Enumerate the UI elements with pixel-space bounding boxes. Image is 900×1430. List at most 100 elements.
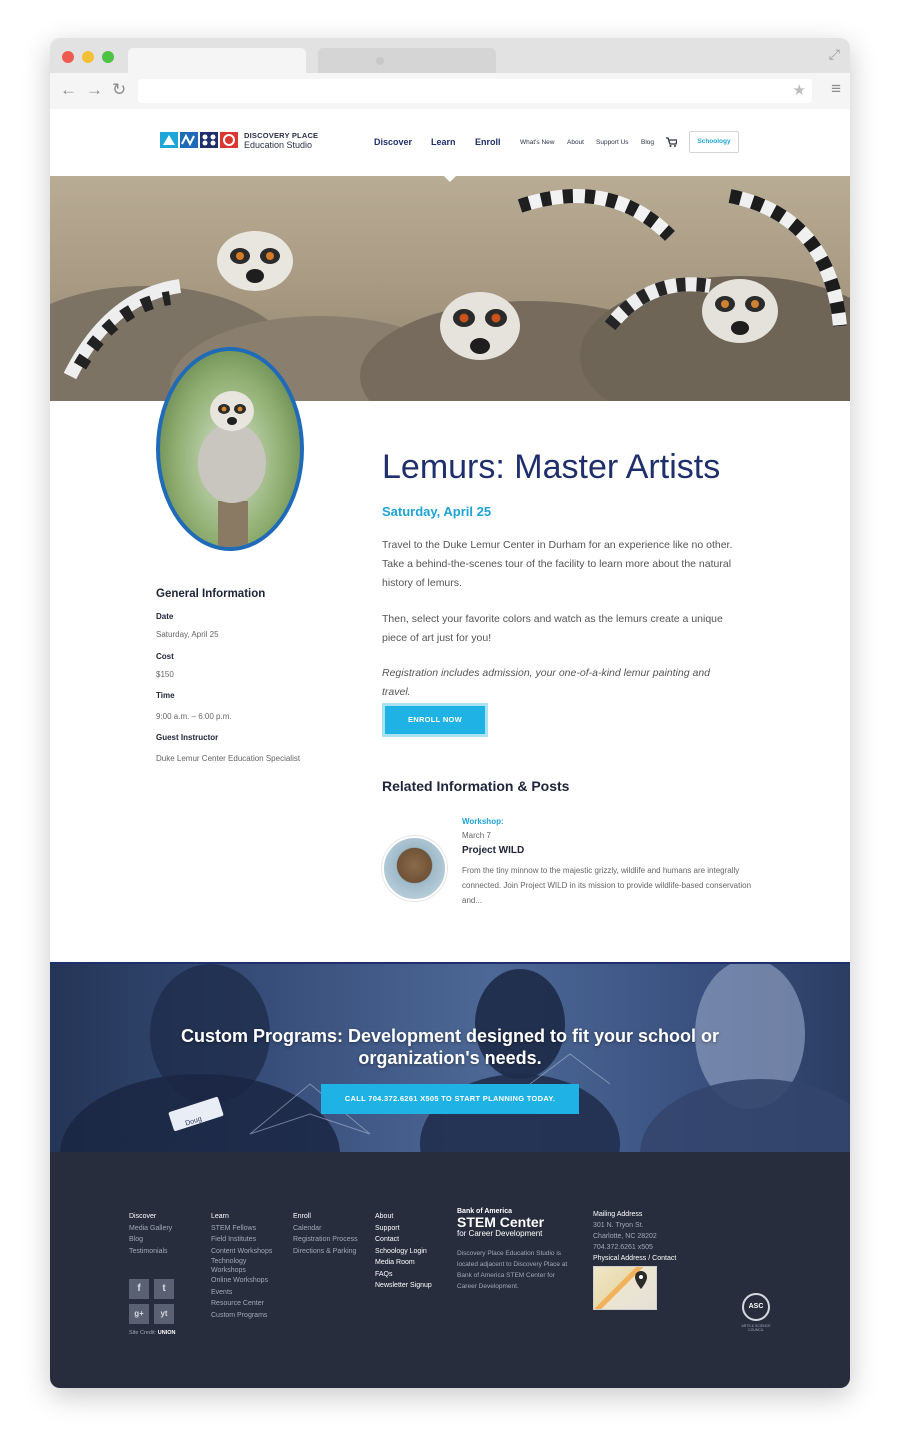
browser-tab-active[interactable] bbox=[128, 48, 376, 73]
footer-col-discover: Discover Media Gallery Blog Testimonials bbox=[129, 1211, 172, 1257]
footer-link[interactable]: Media Gallery bbox=[129, 1223, 172, 1235]
footer-link[interactable]: Resource Center bbox=[211, 1298, 272, 1310]
event-photo-lemur bbox=[156, 347, 304, 551]
union-logo: UNION bbox=[157, 1330, 176, 1336]
tab-close-icon[interactable] bbox=[376, 57, 384, 65]
footer-col-learn: Learn STEM Fellows Field Institutes Cont… bbox=[211, 1211, 272, 1321]
menu-icon[interactable]: ≡ bbox=[831, 79, 841, 99]
location-map[interactable] bbox=[593, 1266, 657, 1310]
footer-link[interactable]: Directions & Parking bbox=[293, 1246, 358, 1258]
logo-mark-icon bbox=[160, 132, 238, 148]
lemur-portrait-illustration bbox=[198, 391, 266, 547]
footer-link[interactable]: Custom Programs bbox=[211, 1310, 272, 1322]
close-window-button[interactable] bbox=[62, 51, 74, 63]
nav-about[interactable]: About bbox=[567, 139, 584, 146]
page-content: DISCOVERY PLACE Education Studio Discove… bbox=[50, 109, 850, 1388]
contact-link[interactable]: Contact bbox=[652, 1255, 676, 1262]
footer-link[interactable]: Schoology Login bbox=[375, 1246, 432, 1258]
footer-link-discover[interactable]: Discover bbox=[129, 1211, 172, 1223]
bookmark-star-icon[interactable]: ★ bbox=[793, 81, 806, 99]
fullscreen-icon[interactable]: ⤢ bbox=[829, 46, 840, 63]
footer-link[interactable]: Events bbox=[211, 1287, 272, 1299]
footer-link[interactable]: Media Room bbox=[375, 1257, 432, 1269]
footer-link[interactable]: Testimonials bbox=[129, 1246, 172, 1258]
info-time-label: Time bbox=[156, 691, 175, 700]
mailing-address: Mailing Address 301 N. Tryon St. Charlot… bbox=[593, 1209, 676, 1264]
minimize-window-button[interactable] bbox=[82, 51, 94, 63]
banner-title-line1: Custom Programs: Development designed to… bbox=[180, 1026, 720, 1046]
youtube-icon[interactable]: yt bbox=[154, 1304, 174, 1324]
address-heading: Mailing Address bbox=[593, 1211, 643, 1218]
nav-support-us[interactable]: Support Us bbox=[596, 139, 629, 146]
footer-link-enroll[interactable]: Enroll bbox=[293, 1211, 358, 1223]
site-footer: Discover Media Gallery Blog Testimonials… bbox=[50, 1152, 850, 1388]
boa-stem-logo[interactable]: Bank of America STEM Center for Career D… bbox=[457, 1208, 544, 1238]
related-post-thumbnail[interactable] bbox=[382, 836, 447, 901]
related-heading: Related Information & Posts bbox=[382, 778, 570, 794]
site-header: DISCOVERY PLACE Education Studio Discove… bbox=[50, 109, 850, 176]
forward-arrow-icon[interactable]: → bbox=[86, 80, 103, 100]
footer-link[interactable]: FAQs bbox=[375, 1269, 432, 1281]
info-time-value: 9:00 a.m. – 6:00 p.m. bbox=[156, 712, 232, 721]
site-credit-label: Site Credit: bbox=[129, 1330, 157, 1336]
footer-link[interactable]: Field Institutes bbox=[211, 1234, 272, 1246]
nav-whats-new[interactable]: What's New bbox=[520, 139, 554, 146]
address-line: Charlotte, NC 28202 bbox=[593, 1233, 657, 1240]
google-plus-icon[interactable]: g+ bbox=[129, 1304, 149, 1324]
footer-link[interactable]: Support bbox=[375, 1223, 432, 1235]
related-post-category[interactable]: Workshop: bbox=[462, 817, 504, 826]
related-post-excerpt: From the tiny minnow to the majestic gri… bbox=[462, 866, 752, 905]
footer-link[interactable]: STEM Fellows bbox=[211, 1223, 272, 1235]
event-description-1: Travel to the Duke Lemur Center in Durha… bbox=[382, 539, 733, 589]
general-info-heading: General Information bbox=[156, 588, 266, 600]
cart-icon[interactable] bbox=[666, 137, 678, 150]
maximize-window-button[interactable] bbox=[102, 51, 114, 63]
event-registration-note: Registration includes admission, your on… bbox=[382, 667, 711, 698]
nav-discover[interactable]: Discover bbox=[374, 137, 412, 147]
banner-title-line2: organization's needs. bbox=[358, 1048, 542, 1068]
footer-link[interactable]: Contact bbox=[375, 1234, 432, 1246]
footer-link[interactable]: Newsletter Signup bbox=[375, 1280, 432, 1292]
footer-link[interactable]: Blog bbox=[129, 1234, 172, 1246]
browser-toolbar: ← → ↻ ★ ≡ bbox=[50, 73, 850, 109]
browser-tab-inactive[interactable] bbox=[318, 48, 496, 73]
call-to-plan-button[interactable]: CALL 704.372.6261 X505 TO START PLANNING… bbox=[321, 1084, 579, 1114]
footer-link[interactable]: Content Workshops bbox=[211, 1246, 272, 1258]
event-date-heading: Saturday, April 25 bbox=[382, 504, 492, 519]
footer-link[interactable]: Calendar bbox=[293, 1223, 358, 1235]
asc-logo[interactable]: ASC bbox=[742, 1293, 770, 1321]
related-post-date: March 7 bbox=[462, 831, 491, 840]
hero-notch bbox=[443, 175, 457, 182]
related-post-title[interactable]: Project WILD bbox=[462, 845, 524, 856]
footer-link-learn[interactable]: Learn bbox=[211, 1211, 272, 1223]
back-arrow-icon[interactable]: ← bbox=[60, 80, 77, 100]
site-credit[interactable]: Site Credit: UNION bbox=[129, 1330, 175, 1336]
info-cost-value: $150 bbox=[156, 670, 174, 679]
enroll-now-button[interactable]: ENROLL NOW bbox=[382, 703, 488, 737]
site-logo[interactable]: DISCOVERY PLACE Education Studio bbox=[160, 131, 330, 153]
twitter-icon[interactable]: t bbox=[154, 1279, 174, 1299]
address-bar[interactable]: ★ bbox=[138, 79, 812, 103]
event-description-2: Then, select your favorite colors and wa… bbox=[382, 613, 723, 644]
stem-center-name: STEM Center bbox=[457, 1214, 545, 1230]
logo-line2: Education Studio bbox=[244, 140, 313, 150]
nav-blog[interactable]: Blog bbox=[641, 139, 654, 146]
address-line: 704.372.6261 x505 bbox=[593, 1244, 653, 1251]
footer-link[interactable]: Workshops bbox=[211, 1266, 272, 1275]
nav-learn[interactable]: Learn bbox=[431, 137, 456, 147]
nav-enroll[interactable]: Enroll bbox=[475, 137, 501, 147]
footer-link[interactable]: Registration Process bbox=[293, 1234, 358, 1246]
browser-chrome: ⤢ ← → ↻ ★ ≡ bbox=[50, 38, 850, 109]
footer-link[interactable]: Online Workshops bbox=[211, 1275, 272, 1287]
footer-link-about[interactable]: About bbox=[375, 1211, 432, 1223]
reload-icon[interactable]: ↻ bbox=[112, 80, 126, 100]
footer-link[interactable]: Technology bbox=[211, 1257, 272, 1266]
footer-col-enroll: Enroll Calendar Registration Process Dir… bbox=[293, 1211, 358, 1257]
boa-description: Discovery Place Education Studio is loca… bbox=[457, 1250, 568, 1290]
facebook-icon[interactable]: f bbox=[129, 1279, 149, 1299]
asc-subtitle: ARTS & SCIENCE COUNCIL bbox=[741, 1324, 771, 1332]
physical-address-link[interactable]: Physical Address bbox=[593, 1255, 646, 1262]
stem-center-sub: for Career Development bbox=[457, 1229, 543, 1238]
map-pin-icon bbox=[635, 1271, 647, 1289]
schoology-button[interactable]: Schoology bbox=[689, 131, 739, 153]
